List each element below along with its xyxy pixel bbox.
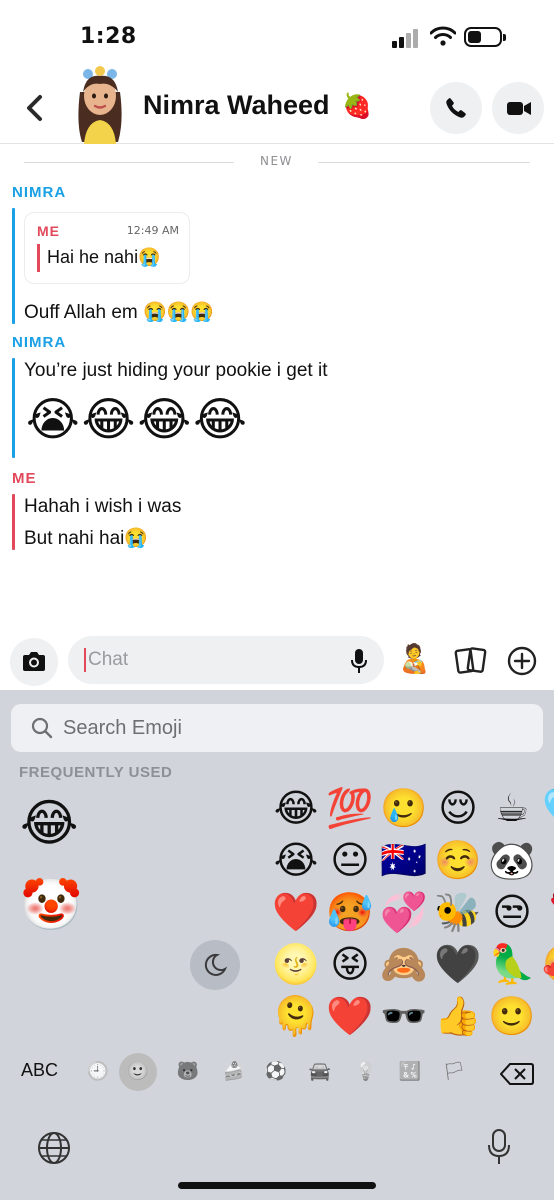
emoji-category-bar: ABC 🕘 🙂 🐻 🍰 ⚽ 🚘 💡 🔣 🏳 [0, 1052, 554, 1092]
emoji-key[interactable]: 🫠 [270, 990, 322, 1042]
emoji-key[interactable]: 🥰 [540, 938, 554, 990]
chat-input[interactable]: Chat [68, 636, 384, 684]
text-caret [84, 648, 86, 672]
emoji-key[interactable]: 🕶️ [378, 990, 430, 1042]
message-group-bar [12, 358, 15, 458]
video-call-button[interactable] [492, 82, 544, 134]
emoji-key[interactable]: 🇦🇺 [378, 834, 430, 886]
emoji-key[interactable]: ☕ [486, 782, 538, 834]
chat-message[interactable]: Ouff Allah em 😭😭😭 [24, 300, 214, 324]
emoji-search-field[interactable]: Search Emoji [11, 704, 543, 752]
emoji-key[interactable]: 🙂 [486, 990, 538, 1042]
emoji-key[interactable]: ❤️ [324, 990, 376, 1042]
microphone-icon[interactable] [350, 648, 368, 674]
voice-call-button[interactable] [430, 82, 482, 134]
emoji-key[interactable]: 👍 [432, 990, 484, 1042]
plus-circle-icon[interactable] [506, 645, 538, 677]
emoji-key[interactable]: 💞 [378, 886, 430, 938]
emoji-key[interactable]: 🐼 [486, 834, 538, 886]
emoji-search-placeholder: Search Emoji [63, 717, 182, 739]
emoji-key[interactable]: ☺️ [432, 834, 484, 886]
chat-input-bar: Chat 🧑‍🍼 [0, 628, 554, 690]
dark-mode-toggle[interactable] [190, 940, 240, 990]
message-group-bar [12, 208, 15, 324]
emoji-key[interactable]: 😝 [324, 938, 376, 990]
chat-message[interactable]: You’re just hiding your pookie i get it [24, 360, 328, 382]
battery-icon [464, 27, 506, 47]
emoji-key[interactable]: 🦜 [486, 938, 538, 990]
status-time: 1:28 [80, 24, 137, 49]
globe-icon[interactable] [36, 1130, 72, 1166]
emoji-key[interactable]: 😂 [20, 794, 78, 852]
emoji-keyboard: Search Emoji FREQUENTLY USED 😂 🤡 😂💯🥲😌☕🩵😭… [0, 690, 554, 1200]
emoji-key[interactable]: 🐝 [432, 886, 484, 938]
frequently-used-label: FREQUENTLY USED [19, 764, 173, 781]
cards-icon[interactable] [454, 646, 488, 676]
sender-label-me: ME [12, 470, 37, 487]
chat-message[interactable]: But nahi hai😭 [24, 526, 148, 550]
cellular-signal-icon [392, 28, 422, 48]
category-smiley-icon[interactable]: 🙂 [119, 1053, 157, 1091]
emoji-key[interactable]: 😌 [432, 782, 484, 834]
sticker-button[interactable]: 🧑‍🍼 [397, 642, 432, 675]
quote-bar [37, 244, 40, 272]
emoji-key[interactable]: 😭 [270, 834, 322, 886]
new-label: NEW [260, 154, 293, 168]
message-group-bar [12, 494, 15, 550]
category-symbols-icon[interactable]: 🔣 [396, 1058, 424, 1086]
emoji-grid: 😂💯🥲😌☕🩵😭😐🇦🇺☺️🐼❤️🥵💞🐝😒🌹🌝😝🙈🖤🦜🥰🫠❤️🕶️👍🙂 [270, 782, 554, 1042]
camera-icon [23, 652, 45, 671]
chat-message[interactable]: Hahah i wish i was [24, 496, 181, 518]
quoted-message[interactable]: ME 12:49 AM Hai he nahi😭 [24, 212, 190, 284]
emoji-key[interactable]: 😂 [270, 782, 322, 834]
category-bulb-icon[interactable]: 💡 [352, 1058, 380, 1086]
bitmoji-avatar[interactable] [66, 62, 134, 144]
home-indicator [178, 1182, 376, 1189]
phone-icon [446, 98, 466, 118]
camera-button[interactable] [10, 638, 58, 686]
emoji-key[interactable]: 🥵 [324, 886, 376, 938]
emoji-key[interactable]: 🌹 [540, 886, 554, 938]
emoji-key[interactable]: ❤️ [270, 886, 322, 938]
moon-icon [204, 953, 228, 976]
abc-key[interactable]: ABC [21, 1060, 58, 1081]
category-flag-icon[interactable]: 🏳 [440, 1058, 468, 1086]
category-bear-icon[interactable]: 🐻 [174, 1058, 202, 1086]
delete-key-icon[interactable] [500, 1062, 534, 1086]
emoji-key[interactable]: 🙈 [378, 938, 430, 990]
quote-text: Hai he nahi😭 [47, 247, 161, 267]
emoji-key[interactable]: 🩵 [540, 782, 554, 834]
emoji-key[interactable]: 🖤 [432, 938, 484, 990]
new-messages-divider: NEW [24, 154, 530, 170]
category-car-icon[interactable]: 🚘 [306, 1058, 334, 1086]
chat-header: Nimra Waheed 🍓 [0, 66, 554, 144]
emoji-key[interactable]: 🥲 [378, 782, 430, 834]
search-icon [31, 717, 53, 739]
emoji-key[interactable]: 😒 [486, 886, 538, 938]
dictation-microphone-icon[interactable] [486, 1128, 512, 1166]
emoji-key[interactable]: 💯 [324, 782, 376, 834]
chat-emoji-message[interactable]: 😭😂😂😂 [26, 392, 249, 446]
quote-sender: ME [37, 223, 60, 239]
category-food-icon[interactable]: 🍰 [220, 1058, 248, 1086]
emoji-key[interactable]: 😐 [324, 834, 376, 886]
emoji-key[interactable]: 🤡 [20, 876, 82, 935]
emoji-key[interactable]: 🌝 [270, 938, 322, 990]
quote-timestamp: 12:49 AM [126, 224, 179, 237]
sender-label-nimra: NIMRA [12, 184, 67, 201]
category-clock-icon[interactable]: 🕘 [84, 1058, 112, 1086]
strawberry-emoji: 🍓 [342, 92, 372, 120]
back-arrow-icon[interactable] [20, 90, 50, 126]
video-camera-icon [507, 102, 531, 115]
contact-name[interactable]: Nimra Waheed [143, 90, 330, 121]
sender-label-nimra: NIMRA [12, 334, 67, 351]
wifi-icon [430, 26, 456, 46]
chat-placeholder: Chat [88, 649, 129, 670]
category-ball-icon[interactable]: ⚽ [262, 1058, 290, 1086]
